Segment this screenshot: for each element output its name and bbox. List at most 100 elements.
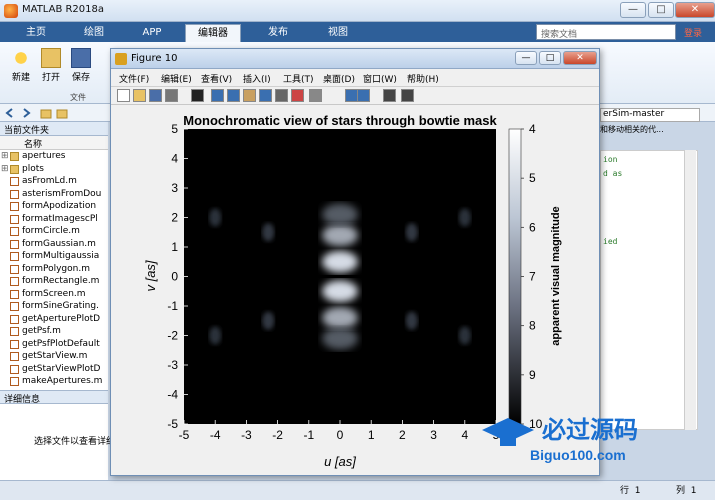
folder-up-icon[interactable] <box>40 107 52 119</box>
minimize-button[interactable]: — <box>620 2 646 18</box>
file-item[interactable]: getAperturePlotD <box>0 313 108 326</box>
chart-title: Monochromatic view of stars through bowt… <box>183 113 497 128</box>
figure-menu-item[interactable]: 插入(I) <box>243 72 271 85</box>
colorbar-label: apparent visual magnitude <box>550 206 562 345</box>
file-item[interactable]: formGaussian.m <box>0 238 108 251</box>
tab-home[interactable]: 主页 <box>8 24 64 42</box>
file-item[interactable]: formApodization <box>0 200 108 213</box>
right-address-field[interactable]: erSim-master <box>600 108 700 122</box>
save-icon <box>71 48 91 68</box>
x-tick-label: 1 <box>368 428 375 442</box>
file-item[interactable]: formatImagescPl <box>0 213 108 226</box>
close-button[interactable]: ✕ <box>675 2 715 18</box>
expand-icon[interactable]: ⊞ <box>1 150 9 163</box>
file-name: formMultigaussia <box>22 251 100 261</box>
x-tick-label: -5 <box>179 428 190 442</box>
file-name: formSineGrating. <box>22 301 99 311</box>
tab-apps[interactable]: APP <box>124 24 180 42</box>
file-item[interactable]: asterismFromDou <box>0 188 108 201</box>
file-item[interactable]: formCircle.m <box>0 225 108 238</box>
file-item[interactable]: formPolygon.m <box>0 263 108 276</box>
rotate-icon[interactable] <box>259 89 272 102</box>
file-item[interactable]: getStarViewPlotD <box>0 363 108 376</box>
star-blob <box>458 326 471 345</box>
save-icon[interactable] <box>149 89 162 102</box>
expand-icon[interactable]: ⊞ <box>1 163 9 176</box>
file-name: asFromLd.m <box>22 176 77 186</box>
file-item[interactable]: asFromLd.m <box>0 175 108 188</box>
m-file-icon <box>10 277 19 286</box>
login-link[interactable]: 登录 <box>684 26 702 39</box>
matlab-logo-icon <box>4 4 18 18</box>
search-docs-input[interactable]: 搜索文档 <box>536 24 676 40</box>
y-tick-label: -2 <box>167 329 178 343</box>
open-icon[interactable] <box>133 89 146 102</box>
tab-editor[interactable]: 编辑器 <box>185 24 241 42</box>
m-file-icon <box>10 364 19 374</box>
new-button[interactable]: 新建 <box>8 48 34 83</box>
figure-menu-item[interactable]: 工具(T) <box>283 72 314 85</box>
file-item[interactable]: makeApertures.m <box>0 375 108 388</box>
m-file-icon <box>10 377 19 386</box>
data-cursor-icon[interactable] <box>275 89 288 102</box>
zoom-in-icon[interactable] <box>211 89 224 102</box>
tab-publish[interactable]: 发布 <box>250 24 306 42</box>
y-tick-label: -1 <box>167 299 178 313</box>
folder-item[interactable]: ⊞ plots <box>0 163 108 176</box>
figure-menu-item[interactable]: 编辑(E) <box>161 72 192 85</box>
figure-menu-bar: 文件(F) 编辑(E) 查看(V) 插入(I) 工具(T) 桌面(D) 窗口(W) 帮助(H) <box>111 69 599 87</box>
x-tick-label: -2 <box>272 428 283 442</box>
pan-icon[interactable] <box>243 89 256 102</box>
dock-icon[interactable] <box>401 89 414 102</box>
figure-menu-item[interactable]: 查看(V) <box>201 72 232 85</box>
forward-arrow-icon[interactable] <box>20 107 32 119</box>
m-file-icon <box>10 264 19 274</box>
new-figure-icon[interactable] <box>117 89 130 102</box>
file-item[interactable]: formRectangle.m <box>0 275 108 288</box>
zoom-out-icon[interactable] <box>227 89 240 102</box>
save-button[interactable]: 保存 <box>68 48 94 83</box>
file-item[interactable]: getStarView.m <box>0 350 108 363</box>
browse-folder-icon[interactable] <box>56 107 68 119</box>
folder-icon <box>10 152 19 161</box>
figure-close-button[interactable]: ✕ <box>563 51 597 65</box>
figure-minimize-button[interactable]: — <box>515 51 537 65</box>
print-icon[interactable] <box>165 89 178 102</box>
m-file-icon <box>10 339 19 349</box>
figure-menu-item[interactable]: 帮助(H) <box>407 72 439 85</box>
editor-scrollbar[interactable] <box>684 150 696 430</box>
figure-menu-item[interactable]: 窗口(W) <box>363 72 397 85</box>
code-line: ied <box>603 237 618 246</box>
legend-icon[interactable] <box>357 89 370 102</box>
m-file-icon <box>10 239 19 249</box>
folder-item[interactable]: ⊞ apertures <box>0 150 108 163</box>
colorbar-tick-label: 4 <box>529 122 536 136</box>
y-tick-label: 2 <box>171 211 178 225</box>
figure-menu-item[interactable]: 桌面(D) <box>323 72 355 85</box>
file-name: formCircle.m <box>22 226 80 236</box>
file-item[interactable]: formSineGrating. <box>0 300 108 313</box>
open-button[interactable]: 打开 <box>38 48 64 83</box>
maximize-button[interactable]: □ <box>648 2 674 18</box>
file-item[interactable]: formScreen.m <box>0 288 108 301</box>
tab-plots[interactable]: 绘图 <box>66 24 122 42</box>
back-arrow-icon[interactable] <box>4 107 16 119</box>
file-item[interactable]: getPsfPlotDefault <box>0 338 108 351</box>
save-label: 保存 <box>71 73 90 83</box>
figure-menu-item[interactable]: 文件(F) <box>119 72 149 85</box>
hide-tools-icon[interactable] <box>383 89 396 102</box>
brush-icon[interactable] <box>291 89 304 102</box>
pointer-icon[interactable] <box>191 89 204 102</box>
colorbar <box>508 128 522 425</box>
star-blob <box>405 311 418 330</box>
watermark-text: 必过源码 <box>542 417 638 444</box>
name-column-header[interactable]: 名称 <box>24 137 42 150</box>
file-item[interactable]: getPsf.m <box>0 325 108 338</box>
figure-maximize-button[interactable]: □ <box>539 51 561 65</box>
ribbon-tabs: 主页 绘图 APP 编辑器 发布 视图 搜索文档 登录 <box>0 22 715 42</box>
link-icon[interactable] <box>309 89 322 102</box>
tab-view[interactable]: 视图 <box>310 24 366 42</box>
m-file-icon <box>10 177 19 186</box>
colorbar-ticks: 45678910 <box>521 122 543 431</box>
file-item[interactable]: formMultigaussia <box>0 250 108 263</box>
